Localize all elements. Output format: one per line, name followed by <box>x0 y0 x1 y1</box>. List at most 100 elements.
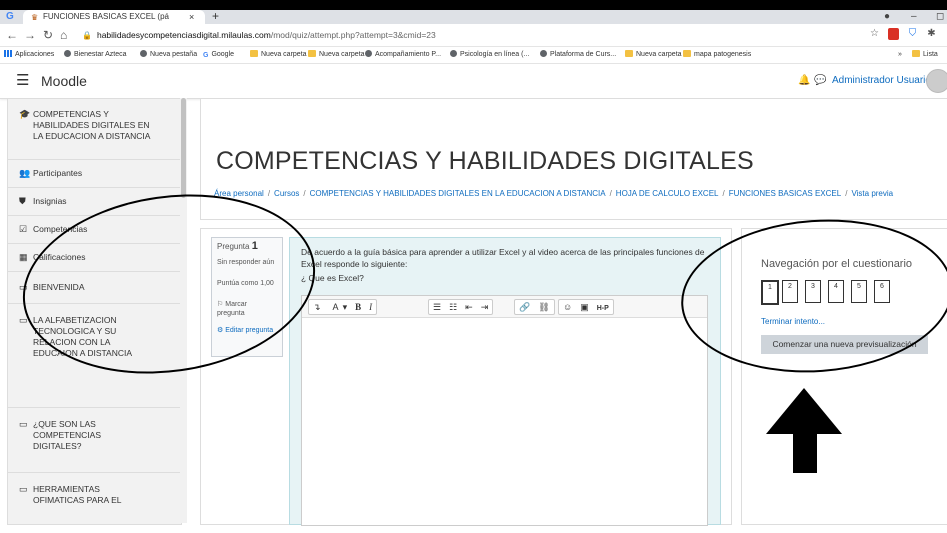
graduation-cap-icon: 🎓 <box>19 109 31 119</box>
italic-button[interactable]: I <box>365 300 376 314</box>
url-path: /mod/quiz/attempt.php?attempt=3&cmid=23 <box>270 30 436 40</box>
bookmark-item[interactable]: G Google <box>203 47 234 63</box>
drawer-item-label: Insignias <box>33 196 67 206</box>
editor-toolbar: ↴ A ▾ B I ☰ ☷ ⇤ ⇥ 🔗 ⛓ ☺ ▣ H-P <box>302 296 707 318</box>
site-brand[interactable]: Moodle <box>41 72 87 90</box>
collapse-toolbar-icon[interactable]: ↴ <box>309 300 325 314</box>
toolbar-group-lists: ☰ ☷ ⇤ ⇥ <box>428 299 494 315</box>
moodle-favicon-icon: ♛ <box>31 13 39 22</box>
table-icon: ▦ <box>19 252 28 262</box>
answer-editor[interactable]: ↴ A ▾ B I ☰ ☷ ⇤ ⇥ 🔗 ⛓ ☺ ▣ H-P <box>301 295 708 526</box>
bookmarks-more-button[interactable]: » <box>898 47 902 63</box>
bookmark-item[interactable]: mapa patogenesis <box>683 47 751 63</box>
google-icon[interactable]: G <box>6 11 18 23</box>
page-title: COMPETENCIAS Y HABILIDADES DIGITALES <box>216 147 754 175</box>
tab-close-icon[interactable]: × <box>189 10 194 24</box>
page-header: COMPETENCIAS Y HABILIDADES DIGITALES Áre… <box>200 98 947 220</box>
question-prompt: ¿ Que es Excel? <box>301 273 364 283</box>
outdent-icon[interactable]: ⇤ <box>461 300 477 314</box>
home-icon[interactable]: ⌂ <box>60 27 67 43</box>
url-host: habilidadesycompetenciasdigital.milaulas… <box>96 30 271 40</box>
extension-shield-icon[interactable]: ⛉ <box>907 28 918 40</box>
extension-red-icon[interactable] <box>888 28 899 40</box>
minimize-icon[interactable]: – <box>911 10 917 23</box>
bookmark-item[interactable]: Plataforma de Curs... <box>540 47 616 63</box>
bookmark-item[interactable]: Nueva carpeta <box>308 47 365 63</box>
lock-icon: 🔒 <box>82 31 92 40</box>
breadcrumb-link[interactable]: Cursos <box>274 189 299 198</box>
bullet-list-icon[interactable]: ☰ <box>429 300 445 314</box>
folder-icon: ▭ <box>19 484 28 494</box>
question-content: De acuerdo a la guía básica para aprende… <box>289 237 721 526</box>
puzzle-icon[interactable]: ✱ <box>926 28 937 40</box>
indent-icon[interactable]: ⇥ <box>477 300 493 314</box>
breadcrumb-link[interactable]: COMPETENCIAS Y HABILIDADES DIGITALES EN … <box>310 189 606 198</box>
emoji-icon[interactable]: ☺ <box>559 300 576 314</box>
font-button[interactable]: A ▾ <box>325 300 352 314</box>
drawer-item-label: HERRAMIENTAS OFIMATICAS PARA EL <box>33 484 122 505</box>
messages-icon[interactable]: 💬 <box>814 75 826 86</box>
bookmark-item[interactable]: Nueva pestaña <box>140 47 197 63</box>
reading-list-button[interactable]: Lista <box>912 47 938 63</box>
folder-icon: ▭ <box>19 419 28 429</box>
breadcrumb: Área personal / Cursos / COMPETENCIAS Y HABI… <box>214 189 894 198</box>
folder-icon <box>683 50 691 57</box>
back-icon[interactable]: ← <box>6 27 18 43</box>
drawer-item-section[interactable]: ▭ ¿QUE SON LAS COMPETENCIAS DIGITALES? <box>8 407 181 473</box>
toolbar-group-format: ↴ A ▾ B I <box>308 299 378 315</box>
user-menu-name[interactable]: Administrador Usuario <box>832 74 931 88</box>
folder-icon <box>625 50 633 57</box>
forward-icon[interactable]: → <box>24 27 36 43</box>
users-icon: 👥 <box>19 168 31 178</box>
link-icon[interactable]: 🔗 <box>515 300 534 314</box>
h5p-button[interactable]: H-P <box>593 302 613 316</box>
bookmark-item[interactable]: Aplicaciones <box>4 47 54 63</box>
globe-icon <box>365 50 372 57</box>
image-icon[interactable]: ▣ <box>576 300 593 314</box>
google-icon: G <box>203 52 209 59</box>
tab-strip: G ♛ FUNCIONES BASICAS EXCEL (pá × + ● – … <box>0 10 947 24</box>
hamburger-menu-icon[interactable]: ☰ <box>16 73 29 89</box>
question-text: De acuerdo a la guía básica para aprende… <box>301 246 711 284</box>
address-bar[interactable]: 🔒 habilidadesycompetenciasdigital.milaula… <box>82 27 862 43</box>
check-square-icon: ☑ <box>19 224 28 234</box>
browser-tab[interactable]: ♛ FUNCIONES BASICAS EXCEL (pá × <box>23 10 205 24</box>
apps-icon <box>4 50 12 57</box>
bookmark-item[interactable]: Psicología en línea (... <box>450 47 529 63</box>
drawer-item-section[interactable]: ▭ HERRAMIENTAS OFIMATICAS PARA EL <box>8 472 181 524</box>
drawer-item-label: COMPETENCIAS Y HABILIDADES DIGITALES EN … <box>33 109 151 141</box>
bookmark-item[interactable]: Bienestar Azteca <box>64 47 127 63</box>
badge-icon: ⛊ <box>19 196 26 206</box>
bookmark-item[interactable]: Nueva carpeta <box>250 47 307 63</box>
maximize-icon[interactable]: ◻ <box>936 10 944 23</box>
drawer-item-participants[interactable]: 👥 Participantes <box>8 159 181 188</box>
reload-icon[interactable]: ↻ <box>43 27 53 43</box>
folder-icon <box>308 50 316 57</box>
bookmark-item[interactable]: Acompañamiento P... <box>365 47 441 63</box>
toolbar-group-media: ☺ ▣ H-P <box>558 299 614 315</box>
bookmark-item[interactable]: Nueva carpeta <box>625 47 682 63</box>
breadcrumb-link[interactable]: Vista previa <box>851 189 893 198</box>
avatar[interactable] <box>926 69 947 93</box>
notifications-bell-icon[interactable]: 🔔 <box>798 75 810 86</box>
new-tab-button[interactable]: + <box>212 10 219 23</box>
profile-icon[interactable]: ● <box>884 10 890 23</box>
star-icon[interactable]: ☆ <box>869 28 880 40</box>
drawer-item-label: Participantes <box>33 168 83 178</box>
drawer-item-course[interactable]: 🎓 COMPETENCIAS Y HABILIDADES DIGITALES E… <box>8 99 181 160</box>
breadcrumb-link[interactable]: HOJA DE CALCULO EXCEL <box>616 189 719 198</box>
toolbar-group-links: 🔗 ⛓ <box>514 299 555 315</box>
moodle-navbar: ☰ Moodle 🔔 💬 Administrador Usuario <box>0 64 947 99</box>
bookmarks-bar: Aplicaciones Bienestar Azteca Nueva pest… <box>0 47 947 64</box>
numbered-list-icon[interactable]: ☷ <box>445 300 461 314</box>
globe-icon <box>540 50 547 57</box>
unlink-icon[interactable]: ⛓ <box>534 300 553 314</box>
breadcrumb-link[interactable]: FUNCIONES BASICAS EXCEL <box>729 189 841 198</box>
drawer-item-label: ¿QUE SON LAS COMPETENCIAS DIGITALES? <box>33 419 102 451</box>
folder-icon <box>250 50 258 57</box>
scrollbar-thumb[interactable] <box>181 98 186 198</box>
annotation-arrow-head <box>766 388 842 434</box>
bold-button[interactable]: B <box>351 300 365 314</box>
globe-icon <box>450 50 457 57</box>
globe-icon <box>64 50 71 57</box>
